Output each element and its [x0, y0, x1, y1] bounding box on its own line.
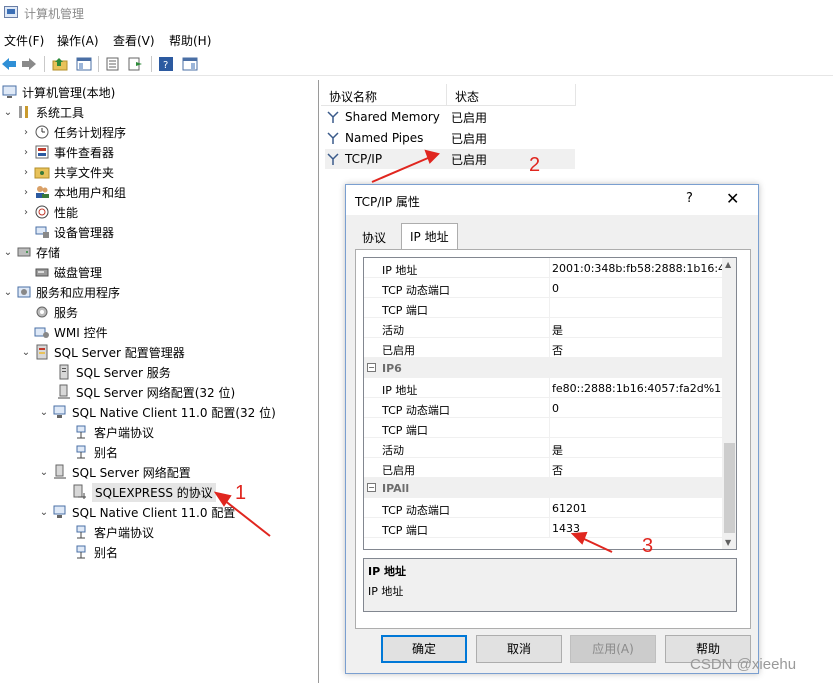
annotation-2: 2: [529, 154, 541, 176]
watermark: CSDN @xieehu: [690, 656, 797, 673]
annotation-1: 1: [235, 482, 247, 504]
annotation-3: 3: [642, 535, 654, 557]
annotation-overlay: [213, 149, 613, 553]
